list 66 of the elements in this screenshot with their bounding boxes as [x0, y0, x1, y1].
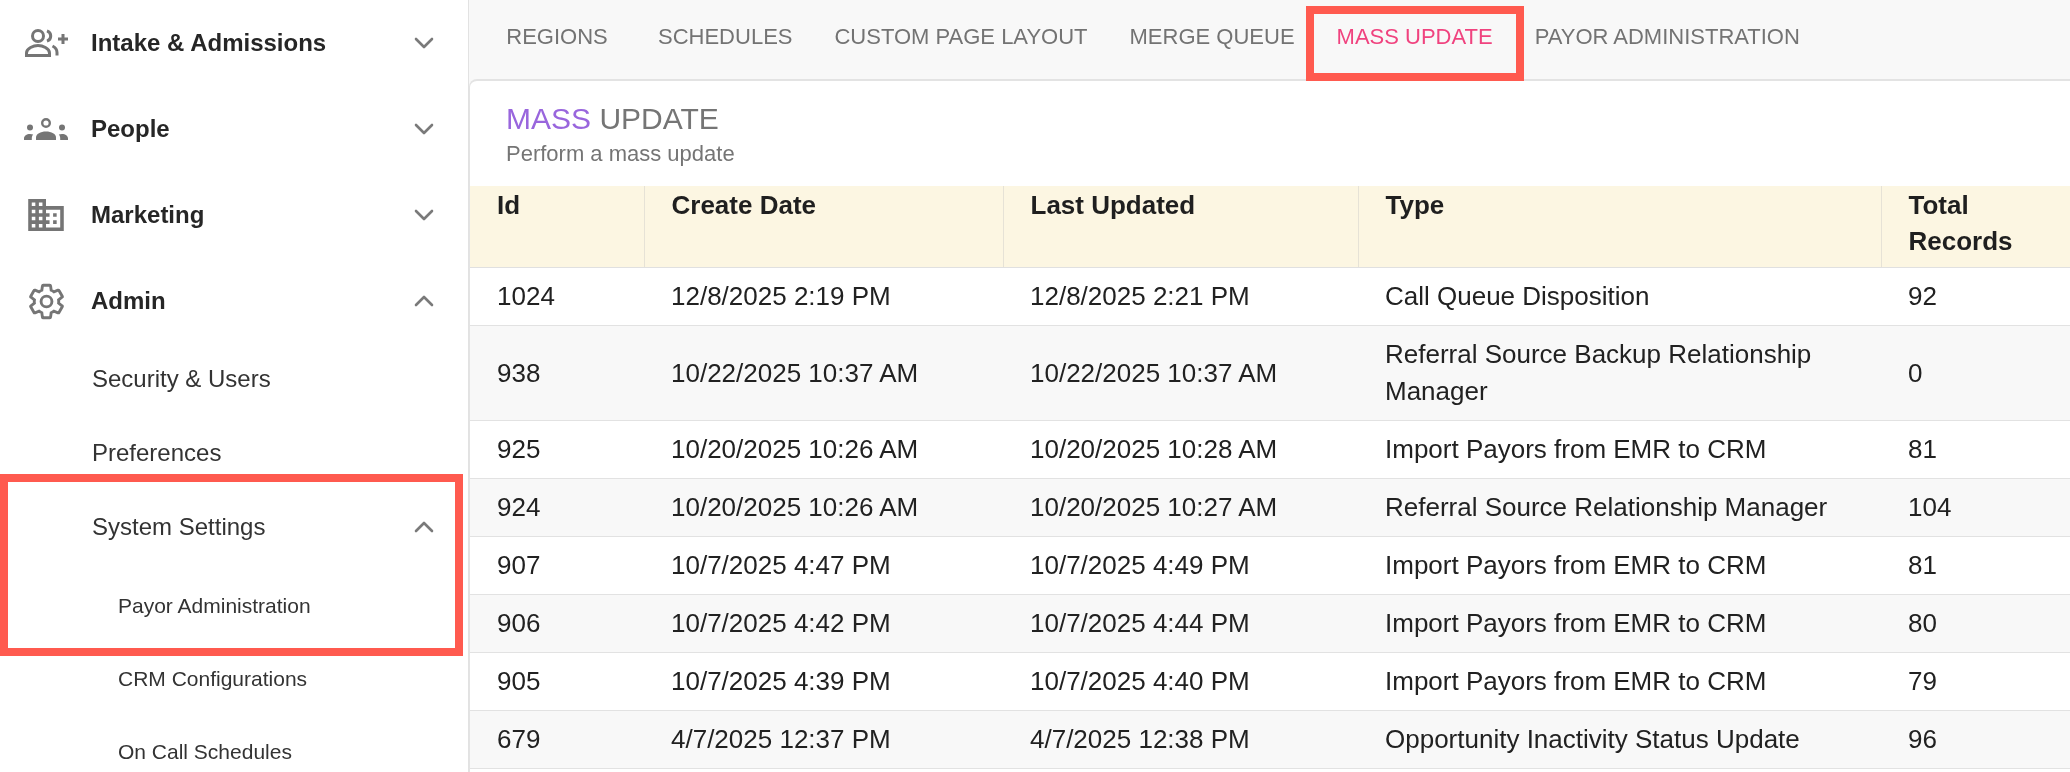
person-add-icon: [24, 29, 68, 57]
table-cell: 10/20/2025 10:26 AM: [644, 420, 1003, 479]
tab[interactable]: SCHEDULES: [637, 0, 814, 79]
column-header: Total Records: [1881, 186, 2070, 268]
table-cell: 81: [1881, 536, 2070, 595]
tab[interactable]: CUSTOM PAGE LAYOUT: [813, 0, 1109, 79]
table-cell: Opportunity Inactivity Status Update: [1358, 710, 1881, 769]
table-cell: 10/7/2025 4:40 PM: [1003, 652, 1358, 711]
table-cell: 104: [1881, 478, 2070, 537]
table-cell: 10/7/2025 4:42 PM: [644, 594, 1003, 653]
sidebar-item[interactable]: Security & Users: [0, 355, 468, 403]
column-header: Id: [470, 186, 644, 268]
table-cell: 907: [470, 536, 644, 595]
table-cell: 4/7/2025 12:37 PM: [644, 710, 1003, 769]
sidebar-item[interactable]: Admin: [0, 273, 468, 329]
sidebar-item[interactable]: On Call Schedules: [0, 734, 468, 770]
table-cell: 12/8/2025 2:19 PM: [644, 267, 1003, 326]
column-header: Type: [1358, 186, 1881, 268]
table-cell: Import Payors from EMR to CRM: [1358, 652, 1881, 711]
tab[interactable]: MERGE QUEUE: [1108, 0, 1316, 79]
sidebar-item[interactable]: Intake & Admissions: [0, 15, 468, 71]
sidebar-item[interactable]: System Settings: [0, 503, 468, 551]
table-cell: 905: [470, 652, 644, 711]
table-cell: 10/22/2025 10:37 AM: [1003, 325, 1358, 421]
column-header: Create Date: [644, 186, 1003, 268]
table-cell: 10/7/2025 4:47 PM: [644, 536, 1003, 595]
table-cell: Referral Source Relationship Manager: [1358, 478, 1881, 537]
table-cell: 1024: [470, 267, 644, 326]
table-cell: Import Payors from EMR to CRM: [1358, 594, 1881, 653]
settings-icon: [28, 282, 64, 320]
sidebar-item[interactable]: Marketing: [0, 187, 468, 243]
building-icon: [28, 199, 64, 231]
tab[interactable]: REGIONS: [477, 0, 637, 79]
sidebar-item[interactable]: Preferences: [0, 429, 468, 477]
table-cell: 10/7/2025 4:49 PM: [1003, 536, 1358, 595]
sidebar-item[interactable]: CRM Configurations: [0, 661, 468, 697]
sidebar-item[interactable]: Payor Administration: [0, 588, 468, 624]
sidebar-item[interactable]: People: [0, 101, 468, 157]
table-cell: 10/20/2025 10:28 AM: [1003, 420, 1358, 479]
table-cell: 10/22/2025 10:37 AM: [644, 325, 1003, 421]
table-cell: 938: [470, 325, 644, 421]
table-cell: 4/7/2025 12:38 PM: [1003, 710, 1358, 769]
table-cell: 10/20/2025 10:26 AM: [644, 478, 1003, 537]
table-cell: Referral Source Backup Relationship Manager: [1358, 325, 1881, 421]
table-cell: Import Payors from EMR to CRM: [1358, 420, 1881, 479]
table-cell: Import Payors from EMR to CRM: [1358, 536, 1881, 595]
table-cell: 0: [1881, 325, 2070, 421]
table-cell: 12/8/2025 2:21 PM: [1003, 267, 1358, 326]
table-cell: 925: [470, 420, 644, 479]
table-cell: 906: [470, 594, 644, 653]
table-cell: 10/7/2025 4:44 PM: [1003, 594, 1358, 653]
people-icon: [24, 118, 68, 140]
table-cell: 10/7/2025 4:39 PM: [644, 652, 1003, 711]
table-cell: 679: [470, 710, 644, 769]
page-title: MASS UPDATE: [506, 101, 720, 137]
table-cell: 924: [470, 478, 644, 537]
table-cell: 10/20/2025 10:27 AM: [1003, 478, 1358, 537]
table-cell: Call Queue Disposition: [1358, 267, 1881, 326]
table-cell: 80: [1881, 594, 2070, 653]
table-cell: 96: [1881, 710, 2070, 769]
tab[interactable]: PAYOR ADMINISTRATION: [1513, 0, 1821, 79]
table-cell: 79: [1881, 652, 2070, 711]
table-cell: 92: [1881, 267, 2070, 326]
page-subtitle: Perform a mass update: [506, 141, 736, 167]
table-cell: 81: [1881, 420, 2070, 479]
column-header: Last Updated: [1003, 186, 1358, 268]
